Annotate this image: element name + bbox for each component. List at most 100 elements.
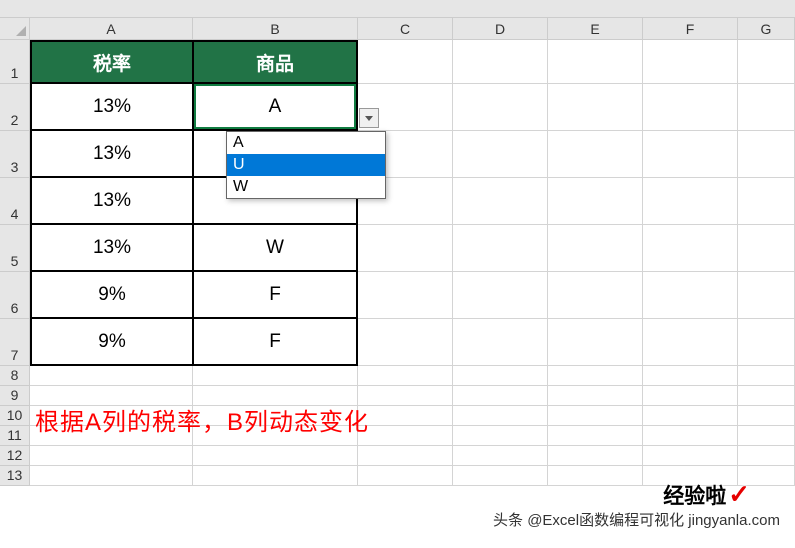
cell-D6[interactable] [453,272,548,319]
cell-E1[interactable] [548,40,643,84]
cell-E8[interactable] [548,366,643,386]
cell-E13[interactable] [548,466,643,486]
cell-A13[interactable] [30,466,193,486]
col-header-F[interactable]: F [643,18,738,40]
cell-G6[interactable] [738,272,795,319]
row-header-4[interactable]: 4 [0,178,30,225]
cell-A7[interactable]: 9% [30,319,193,366]
cell-G1[interactable] [738,40,795,84]
cell-C13[interactable] [358,466,453,486]
cell-D9[interactable] [453,386,548,406]
cell-A12[interactable] [30,446,193,466]
dropdown-option-U[interactable]: U [227,154,385,176]
dropdown-list[interactable]: A U W [226,131,386,199]
cell-E2[interactable] [548,84,643,131]
row-header-10[interactable]: 10 [0,406,30,426]
cell-B13[interactable] [193,466,358,486]
cell-E4[interactable] [548,178,643,225]
cell-D8[interactable] [453,366,548,386]
select-all-corner[interactable] [0,18,30,40]
cell-B2-active[interactable]: A [193,84,358,131]
cell-C5[interactable] [358,225,453,272]
cell-D12[interactable] [453,446,548,466]
cell-C7[interactable] [358,319,453,366]
cell-D4[interactable] [453,178,548,225]
row-header-13[interactable]: 13 [0,466,30,486]
cell-A1[interactable]: 税率 [30,40,193,84]
cell-C8[interactable] [358,366,453,386]
cell-F11[interactable] [643,426,738,446]
cell-G3[interactable] [738,131,795,178]
cell-D10[interactable] [453,406,548,426]
col-header-C[interactable]: C [358,18,453,40]
cell-B12[interactable] [193,446,358,466]
cell-E6[interactable] [548,272,643,319]
cell-D5[interactable] [453,225,548,272]
cell-E12[interactable] [548,446,643,466]
cell-D7[interactable] [453,319,548,366]
cell-E5[interactable] [548,225,643,272]
cell-E3[interactable] [548,131,643,178]
row-header-9[interactable]: 9 [0,386,30,406]
cell-B8[interactable] [193,366,358,386]
row-header-3[interactable]: 3 [0,131,30,178]
cell-F2[interactable] [643,84,738,131]
cell-E9[interactable] [548,386,643,406]
cell-F7[interactable] [643,319,738,366]
cell-D3[interactable] [453,131,548,178]
cell-G12[interactable] [738,446,795,466]
cell-C12[interactable] [358,446,453,466]
col-header-B[interactable]: B [193,18,358,40]
cell-G7[interactable] [738,319,795,366]
col-header-A[interactable]: A [30,18,193,40]
cell-F9[interactable] [643,386,738,406]
cell-G10[interactable] [738,406,795,426]
row-header-7[interactable]: 7 [0,319,30,366]
cell-E11[interactable] [548,426,643,446]
row-header-1[interactable]: 1 [0,40,30,84]
cell-B5[interactable]: W [193,225,358,272]
cell-C9[interactable] [358,386,453,406]
cell-F8[interactable] [643,366,738,386]
cell-G8[interactable] [738,366,795,386]
cell-C11[interactable] [358,426,453,446]
cell-A6[interactable]: 9% [30,272,193,319]
col-header-D[interactable]: D [453,18,548,40]
cell-D1[interactable] [453,40,548,84]
dropdown-option-W[interactable]: W [227,176,385,198]
cell-C6[interactable] [358,272,453,319]
cell-A5[interactable]: 13% [30,225,193,272]
col-header-G[interactable]: G [738,18,795,40]
cell-F12[interactable] [643,446,738,466]
cell-D11[interactable] [453,426,548,446]
cell-G9[interactable] [738,386,795,406]
cell-B1[interactable]: 商品 [193,40,358,84]
dropdown-button[interactable] [359,108,379,128]
cell-B7[interactable]: F [193,319,358,366]
cell-C1[interactable] [358,40,453,84]
cell-E10[interactable] [548,406,643,426]
cell-G11[interactable] [738,426,795,446]
cell-A2[interactable]: 13% [30,84,193,131]
cell-D2[interactable] [453,84,548,131]
cell-F5[interactable] [643,225,738,272]
cell-F3[interactable] [643,131,738,178]
row-header-8[interactable]: 8 [0,366,30,386]
col-header-E[interactable]: E [548,18,643,40]
row-header-2[interactable]: 2 [0,84,30,131]
cell-F4[interactable] [643,178,738,225]
cell-B6[interactable]: F [193,272,358,319]
cell-G5[interactable] [738,225,795,272]
row-header-12[interactable]: 12 [0,446,30,466]
row-header-5[interactable]: 5 [0,225,30,272]
cell-F1[interactable] [643,40,738,84]
cell-F6[interactable] [643,272,738,319]
cell-F10[interactable] [643,406,738,426]
row-header-11[interactable]: 11 [0,426,30,446]
cell-A3[interactable]: 13% [30,131,193,178]
cell-E7[interactable] [548,319,643,366]
cell-A4[interactable]: 13% [30,178,193,225]
cell-G2[interactable] [738,84,795,131]
cell-D13[interactable] [453,466,548,486]
row-header-6[interactable]: 6 [0,272,30,319]
